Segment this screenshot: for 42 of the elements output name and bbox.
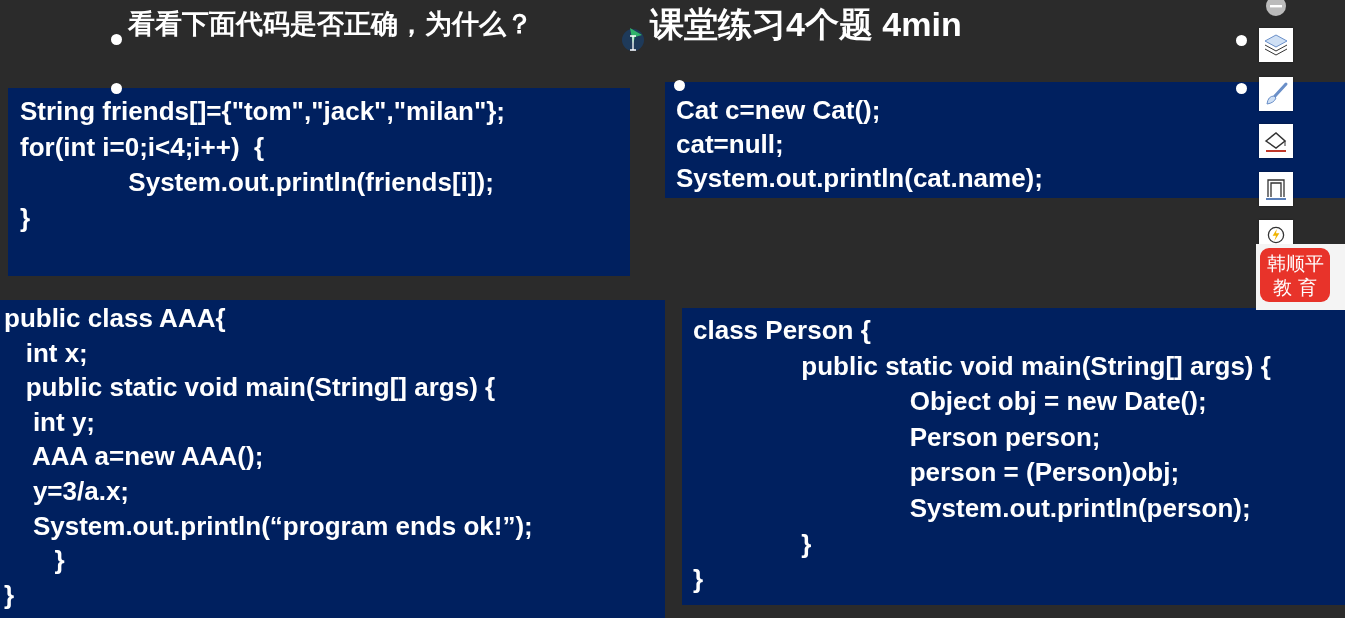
code-line: } (20, 201, 31, 235)
code-line: public static void main(String[] args) { (24, 371, 496, 405)
code-line: } (693, 563, 704, 597)
code-line: person = (Person)obj; (908, 456, 1180, 490)
code-line: class Person { (693, 314, 871, 347)
logo-text: 韩顺平 (1266, 251, 1324, 275)
slide-heading: 看看下面代码是否正确，为什么？ (128, 8, 533, 41)
code-line: System.out.println(cat.name); (676, 162, 1043, 195)
frame-button[interactable] (1259, 172, 1293, 206)
code-line: int y; (31, 405, 95, 439)
layers-button[interactable] (1259, 28, 1293, 62)
frame-icon (1263, 176, 1289, 202)
logo-text: 教 育 (1272, 275, 1317, 299)
code-line: y=3/a.x; (31, 474, 130, 508)
code-line: Object obj = new Date(); (908, 385, 1207, 419)
selection-handle[interactable] (1236, 83, 1247, 94)
layers-icon (1263, 32, 1289, 58)
brush-icon (1263, 81, 1289, 107)
selection-handle[interactable] (674, 80, 685, 91)
code-line: AAA a=new AAA(); (30, 440, 264, 474)
code-line: Cat c=new Cat(); (676, 94, 881, 127)
code-line: System.out.println(“program ends ok!”); (31, 509, 533, 543)
code-line: cat=null; (676, 128, 784, 161)
code-line: int x; (24, 336, 88, 370)
exercise-title: 课堂练习4个题 4min (650, 4, 962, 45)
selection-handle[interactable] (1236, 35, 1247, 46)
code-line: for(int i=0;i<4;i++) { (20, 130, 265, 164)
code-line: public class AAA{ (4, 302, 226, 335)
code-line: System.out.println(friends[i]); (127, 166, 494, 200)
code-line: } (4, 578, 15, 612)
code-line: public static void main(String[] args) { (800, 349, 1271, 383)
code-line: } (53, 544, 65, 578)
selection-handle[interactable] (111, 83, 122, 94)
fill-button[interactable] (1259, 124, 1293, 158)
code-line: } (800, 527, 812, 561)
brush-button[interactable] (1259, 77, 1293, 111)
minus-icon[interactable] (1265, 0, 1287, 17)
code-line: System.out.println(person); (908, 491, 1251, 525)
lightning-button[interactable] (1259, 220, 1293, 246)
code-line: Person person; (908, 420, 1101, 454)
code-line: String friends[]={"tom","jack","milan"}; (20, 95, 505, 128)
selection-handle[interactable] (111, 34, 122, 45)
